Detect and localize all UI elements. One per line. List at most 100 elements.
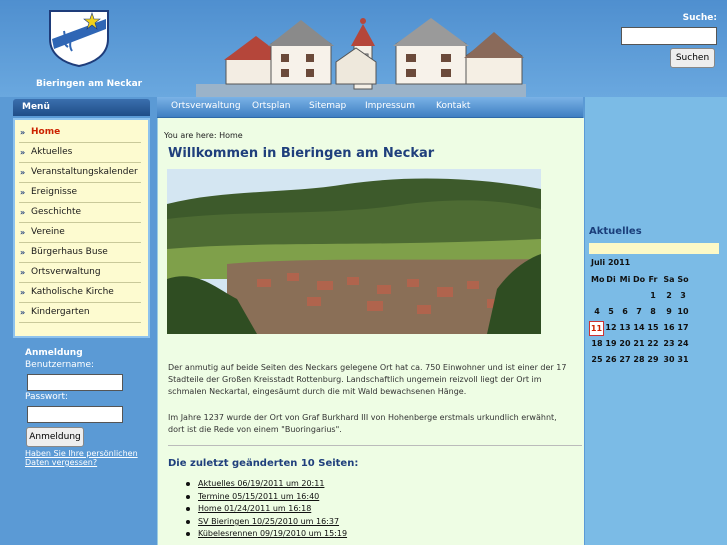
calendar-day[interactable]: 10 [677, 307, 689, 316]
arrow-icon: » [20, 168, 26, 177]
menu-item-vereine[interactable]: » Vereine [19, 223, 141, 243]
calendar-day[interactable]: 22 [647, 339, 659, 348]
menu-item-ereignisse[interactable]: » Ereignisse [19, 183, 141, 203]
top-navigation: Ortsverwaltung Ortsplan Sitemap Impressu… [157, 97, 583, 118]
history-paragraph: Im Jahre 1237 wurde der Ort von Graf Bur… [168, 413, 557, 434]
arrow-icon: » [20, 148, 26, 157]
bullet [186, 520, 190, 524]
calendar-day[interactable]: 23 [663, 339, 675, 348]
coat-of-arms-logo[interactable] [48, 9, 110, 67]
menu-title: Menü [13, 99, 150, 116]
calendar-day[interactable]: 21 [633, 339, 645, 348]
menu-item-label: Geschichte [31, 207, 82, 217]
calendar-day[interactable]: 6 [619, 307, 631, 316]
arrow-icon: » [20, 208, 26, 217]
search-button[interactable]: Suchen [670, 48, 715, 68]
menu-item-label: Bürgerhaus Buse [31, 247, 108, 257]
weekday: Mi [619, 275, 631, 284]
menu-item-label: Aktuelles [31, 147, 73, 157]
topnav-impressum[interactable]: Impressum [365, 101, 415, 111]
calendar-day[interactable]: 17 [677, 323, 689, 332]
calendar-day[interactable]: 2 [663, 291, 675, 300]
calendar-day[interactable]: 15 [647, 323, 659, 332]
menu-item-veranstaltungskalender[interactable]: » Veranstaltungskalender [19, 163, 141, 183]
topnav-ortsplan[interactable]: Ortsplan [252, 101, 290, 111]
menu-item-label: Ortsverwaltung [31, 267, 101, 277]
calendar-day[interactable]: 5 [605, 307, 617, 316]
menu-item-katholische-kirche[interactable]: » Katholische Kirche [19, 283, 141, 303]
search-input[interactable] [621, 27, 717, 45]
calendar-day[interactable]: 19 [605, 339, 617, 348]
arrow-icon: » [20, 268, 26, 277]
calendar-day[interactable]: 8 [647, 307, 659, 316]
menu-item-label: Veranstaltungskalender [31, 167, 138, 177]
bullet [186, 495, 190, 499]
bullet [186, 532, 190, 536]
arrow-icon: » [20, 288, 26, 297]
calendar-day[interactable]: 29 [647, 355, 659, 364]
menu-item-aktuelles[interactable]: » Aktuelles [19, 143, 141, 163]
calendar-day[interactable]: 24 [677, 339, 689, 348]
calendar-day[interactable]: 20 [619, 339, 631, 348]
calendar-day[interactable]: 9 [663, 307, 675, 316]
menu-item-label: Kindergarten [31, 307, 90, 317]
search-label: Suche: [682, 13, 717, 23]
username-input[interactable] [27, 374, 123, 391]
calendar-day[interactable]: 13 [619, 323, 631, 332]
menu-item-label: Ereignisse [31, 187, 78, 197]
calendar-day[interactable]: 12 [605, 323, 617, 332]
calendar-day[interactable]: 14 [633, 323, 645, 332]
calendar-today[interactable]: 11 [589, 321, 604, 336]
login-title: Anmeldung [25, 348, 83, 358]
calendar-day[interactable]: 1 [647, 291, 659, 300]
menu-item-buergerhaus-buse[interactable]: » Bürgerhaus Buse [19, 243, 141, 263]
bullet [186, 482, 190, 486]
menu-item-ortsverwaltung[interactable]: » Ortsverwaltung [19, 263, 141, 283]
village-photo [167, 169, 541, 334]
menu-item-label: Vereine [31, 227, 65, 237]
menu-item-label: Katholische Kirche [31, 287, 114, 297]
username-label: Benutzername: [25, 360, 95, 370]
menu-item-kindergarten[interactable]: » Kindergarten [19, 303, 141, 323]
forgot-credentials-link[interactable]: Haben Sie Ihre persönlichen Daten verges… [25, 449, 145, 467]
calendar-day[interactable]: 31 [677, 355, 689, 364]
calendar-day[interactable]: 27 [619, 355, 631, 364]
main-content: You are here: Home Willkommen in Biering… [157, 118, 584, 545]
calendar-day[interactable]: 4 [591, 307, 603, 316]
menu-item-label: Home [31, 127, 61, 137]
page-title: Willkommen in Bieringen am Neckar [168, 146, 435, 161]
change-link[interactable]: Termine 05/15/2011 um 16:40 [198, 492, 319, 501]
menu-item-geschichte[interactable]: » Geschichte [19, 203, 141, 223]
calendar-day[interactable]: 28 [633, 355, 645, 364]
topnav-ortsverwaltung[interactable]: Ortsverwaltung [171, 101, 241, 111]
divider [168, 445, 582, 446]
calendar-day[interactable]: 18 [591, 339, 603, 348]
menu-item-home[interactable]: » Home [19, 123, 141, 143]
calendar-day[interactable]: 30 [663, 355, 675, 364]
recent-changes-title: Die zuletzt geänderten 10 Seiten: [168, 458, 359, 469]
change-link[interactable]: Home 01/24/2011 um 16:18 [198, 504, 311, 513]
change-link[interactable]: Aktuelles 06/19/2011 um 20:11 [198, 479, 324, 488]
login-button[interactable]: Anmeldung [26, 427, 84, 447]
arrow-icon: » [20, 128, 26, 137]
topnav-kontakt[interactable]: Kontakt [436, 101, 470, 111]
change-link[interactable]: SV Bieringen 10/25/2010 um 16:37 [198, 517, 339, 526]
password-input[interactable] [27, 406, 123, 423]
right-sidebar: Aktuelles Juli 2011 Mo Di Mi Do Fr Sa So… [585, 97, 727, 545]
calendar-day[interactable]: 26 [605, 355, 617, 364]
site-name: Bieringen am Neckar [36, 79, 143, 89]
topnav-sitemap[interactable]: Sitemap [309, 101, 346, 111]
change-link[interactable]: Kübelesrennen 09/19/2010 um 15:19 [198, 529, 347, 538]
weekday: Di [606, 275, 616, 284]
calendar-day[interactable]: 7 [633, 307, 645, 316]
weekday: So [677, 275, 689, 284]
calendar-day[interactable]: 16 [663, 323, 675, 332]
calendar-day[interactable]: 25 [591, 355, 603, 364]
arrow-icon: » [20, 228, 26, 237]
weekday: Fr [648, 275, 658, 284]
password-label: Passwort: [25, 392, 69, 402]
calendar-header-bar [589, 243, 719, 254]
calendar-day[interactable]: 3 [677, 291, 689, 300]
side-menu: » Home » Aktuelles » Veranstaltungskalender… [13, 118, 150, 338]
sidebar-title: Aktuelles [589, 226, 642, 237]
